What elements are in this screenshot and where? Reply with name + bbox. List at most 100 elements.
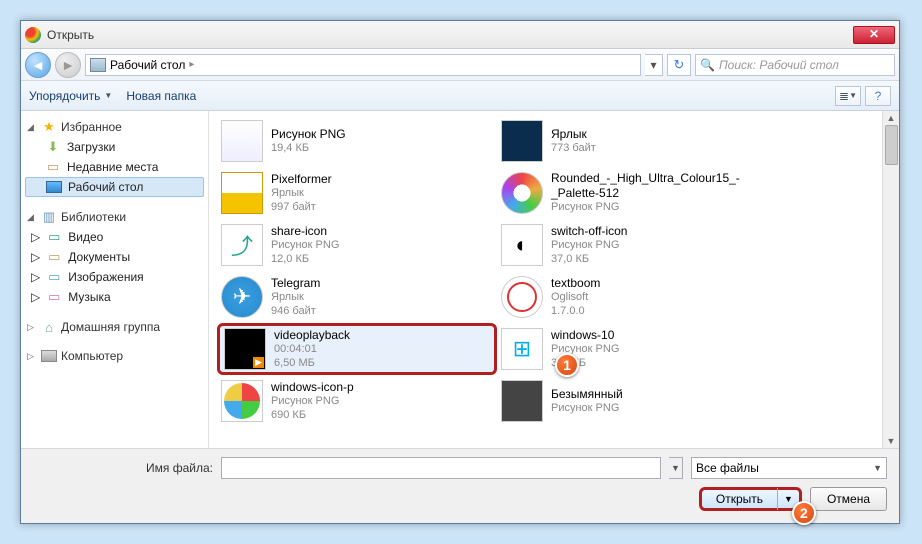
file-size: 6,50 МБ [274, 357, 350, 371]
filetype-label: Все файлы [696, 461, 759, 475]
navbar: ◄ ► Рабочий стол ▸ ▾ ↻ 🔍 Поиск: Рабочий … [21, 49, 899, 81]
file-type: Рисунок PNG [551, 239, 627, 253]
file-pane[interactable]: Рисунок PNG19,4 КБЯрлык773 байтPixelform… [209, 111, 882, 448]
sidebar-item-downloads[interactable]: ⬇Загрузки [21, 137, 208, 157]
file-size: 773 байт [551, 142, 596, 156]
annotation-marker-2: 2 [792, 501, 816, 525]
view-mode-button[interactable]: ≣ ▼ [835, 86, 861, 106]
search-icon: 🔍 [700, 58, 715, 72]
file-thumb [501, 120, 543, 162]
sidebar-item-desktop[interactable]: Рабочий стол [25, 177, 204, 197]
file-thumb [221, 120, 263, 162]
file-size: 1.7.0.0 [551, 305, 600, 319]
scroll-thumb[interactable] [885, 125, 898, 165]
sidebar-item-video[interactable]: ▷▭Видео [21, 227, 208, 247]
filetype-combo[interactable]: Все файлы ▼ [691, 457, 887, 479]
chevron-right-icon[interactable]: ▸ [189, 59, 194, 70]
scroll-down-icon[interactable]: ▼ [887, 436, 896, 446]
file-size: 690 КБ [271, 409, 354, 423]
sidebar: ◢★Избранное ⬇Загрузки ▭Недавние места Ра… [21, 111, 209, 448]
file-name: videoplayback [274, 328, 350, 343]
file-thumb [221, 380, 263, 422]
organize-menu[interactable]: Упорядочить ▼ [29, 89, 112, 103]
annotation-marker-1: 1 [555, 353, 579, 377]
window-title: Открыть [47, 28, 853, 42]
file-name: windows-10 [551, 328, 619, 343]
file-item[interactable]: ⤴share-iconРисунок PNG12,0 КБ [217, 219, 497, 271]
file-thumb [501, 380, 543, 422]
file-item[interactable]: ◐ switch-off-iconРисунок PNG37,0 КБ [497, 219, 777, 271]
sidebar-item-documents[interactable]: ▷▭Документы [21, 247, 208, 267]
breadcrumb[interactable]: Рабочий стол ▸ [85, 54, 641, 76]
forward-button[interactable]: ► [55, 52, 81, 78]
file-name: switch-off-icon [551, 224, 627, 239]
file-name: Ярлык [551, 127, 596, 142]
drive-icon [90, 58, 106, 72]
file-item[interactable]: Ярлык773 байт [497, 115, 777, 167]
search-input[interactable]: 🔍 Поиск: Рабочий стол [695, 54, 895, 76]
breadcrumb-location[interactable]: Рабочий стол [110, 58, 185, 72]
new-folder-label: Новая папка [126, 89, 196, 103]
scrollbar[interactable]: ▲ ▼ [882, 111, 899, 448]
open-button[interactable]: Открыть ▼ [699, 487, 802, 511]
file-thumb [221, 172, 263, 214]
file-type: Рисунок PNG [271, 395, 354, 409]
sidebar-homegroup-header[interactable]: ▷⌂Домашняя группа [21, 317, 208, 337]
file-item[interactable]: Rounded_-_High_Ultra_Colour15_-_Palette-… [497, 167, 777, 219]
file-size: 946 байт [271, 305, 320, 319]
file-item[interactable]: windows-icon-pРисунок PNG690 КБ [217, 375, 497, 427]
file-name: windows-icon-p [271, 380, 354, 395]
file-thumb: ⤴ [221, 224, 263, 266]
sidebar-libraries-header[interactable]: ◢▥Библиотеки [21, 207, 208, 227]
file-item[interactable]: textboomOglisoft1.7.0.0 [497, 271, 777, 323]
close-button[interactable]: ✕ [853, 26, 895, 44]
file-type: 00:04:01 [274, 343, 350, 357]
sidebar-favorites-header[interactable]: ◢★Избранное [21, 117, 208, 137]
search-placeholder: Поиск: Рабочий стол [719, 58, 839, 72]
sidebar-item-recent[interactable]: ▭Недавние места [21, 157, 208, 177]
file-size: 37,0 КБ [551, 253, 627, 267]
filename-input[interactable] [221, 457, 661, 479]
file-name: Безымянный [551, 387, 623, 402]
sidebar-item-images[interactable]: ▷▭Изображения [21, 267, 208, 287]
breadcrumb-dropdown[interactable]: ▾ [645, 54, 663, 76]
file-item[interactable]: PixelformerЯрлык997 байт [217, 167, 497, 219]
back-button[interactable]: ◄ [25, 52, 51, 78]
file-name: Рисунок PNG [271, 127, 346, 142]
file-type: Рисунок PNG [551, 201, 773, 215]
file-thumb [501, 172, 543, 214]
file-type: Ярлык [271, 187, 332, 201]
chevron-down-icon: ▼ [104, 91, 112, 100]
scroll-up-icon[interactable]: ▲ [887, 113, 896, 123]
open-button-label: Открыть [702, 488, 778, 510]
filename-dropdown[interactable]: ▼ [669, 457, 683, 479]
help-button[interactable]: ? [865, 86, 891, 106]
cancel-button[interactable]: Отмена [810, 487, 887, 511]
file-item[interactable]: ⊞windows-10Рисунок PNG374 КБ [497, 323, 777, 375]
dialog-body: ◢★Избранное ⬇Загрузки ▭Недавние места Ра… [21, 111, 899, 448]
file-type: Рисунок PNG [271, 239, 339, 253]
file-thumb: ◐ [501, 224, 543, 266]
file-name: Telegram [271, 276, 320, 291]
file-thumb [224, 328, 266, 370]
sidebar-item-music[interactable]: ▷▭Музыка [21, 287, 208, 307]
file-name: textboom [551, 276, 600, 291]
file-item[interactable]: ✈TelegramЯрлык946 байт [217, 271, 497, 323]
cancel-button-label: Отмена [827, 492, 870, 506]
refresh-button[interactable]: ↻ [667, 54, 691, 76]
file-item[interactable]: videoplayback00:04:016,50 МБ [217, 323, 497, 375]
sidebar-computer-header[interactable]: ▷Компьютер [21, 347, 208, 365]
file-name: Rounded_-_High_Ultra_Colour15_-_Palette-… [551, 171, 773, 201]
chrome-icon [25, 27, 41, 43]
file-type: Oglisoft [551, 291, 600, 305]
organize-label: Упорядочить [29, 89, 100, 103]
file-item[interactable]: Рисунок PNG19,4 КБ [217, 115, 497, 167]
titlebar[interactable]: Открыть ✕ [21, 21, 899, 49]
file-type: Ярлык [271, 291, 320, 305]
new-folder-button[interactable]: Новая папка [126, 89, 196, 103]
file-item[interactable]: БезымянныйРисунок PNG [497, 375, 777, 427]
file-size: 997 байт [271, 201, 332, 215]
toolbar: Упорядочить ▼ Новая папка ≣ ▼ ? [21, 81, 899, 111]
file-name: Pixelformer [271, 172, 332, 187]
chevron-down-icon: ▼ [873, 463, 882, 473]
